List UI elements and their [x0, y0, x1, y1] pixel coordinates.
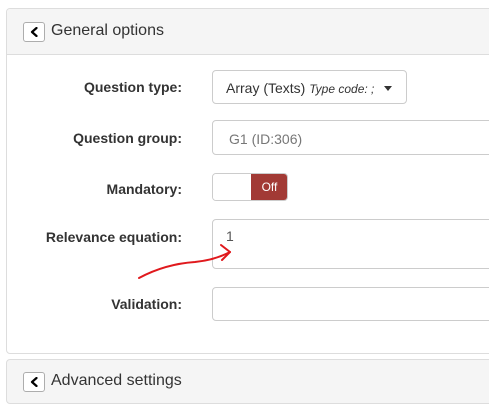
- red-arrow-annotation: [138, 244, 231, 279]
- switch-off-state[interactable]: Off: [251, 174, 287, 200]
- advanced-settings-heading[interactable]: Advanced settings: [7, 360, 489, 403]
- validation-field[interactable]: [212, 287, 489, 321]
- chevron-left-icon: [30, 377, 38, 387]
- question-group-field[interactable]: G1 (ID:306): [212, 120, 489, 155]
- general-options-title: General options: [51, 22, 164, 39]
- question-group-label: Question group:: [73, 130, 182, 146]
- advanced-settings-title: Advanced settings: [51, 372, 182, 389]
- general-options-toggle-button[interactable]: [23, 22, 45, 42]
- general-options-heading[interactable]: General options: [7, 9, 489, 55]
- chevron-left-icon: [30, 27, 38, 37]
- advanced-settings-toggle-button[interactable]: [23, 372, 45, 392]
- advanced-settings-panel: Advanced settings: [6, 359, 489, 404]
- mandatory-label: Mandatory:: [106, 181, 182, 197]
- mandatory-toggle-switch[interactable]: Off: [212, 173, 288, 201]
- question-type-value: Array (Texts) Type code: ;: [226, 80, 375, 96]
- validation-label: Validation:: [111, 296, 182, 312]
- question-group-value: G1 (ID:306): [229, 131, 303, 147]
- caret-down-icon: [384, 86, 392, 91]
- question-type-select[interactable]: Array (Texts) Type code: ;: [212, 70, 407, 104]
- relevance-equation-field[interactable]: 1: [212, 219, 489, 269]
- question-type-label: Question type:: [83, 79, 182, 95]
- switch-handle[interactable]: [213, 174, 251, 200]
- question-type-code: Type code: ;: [309, 82, 375, 96]
